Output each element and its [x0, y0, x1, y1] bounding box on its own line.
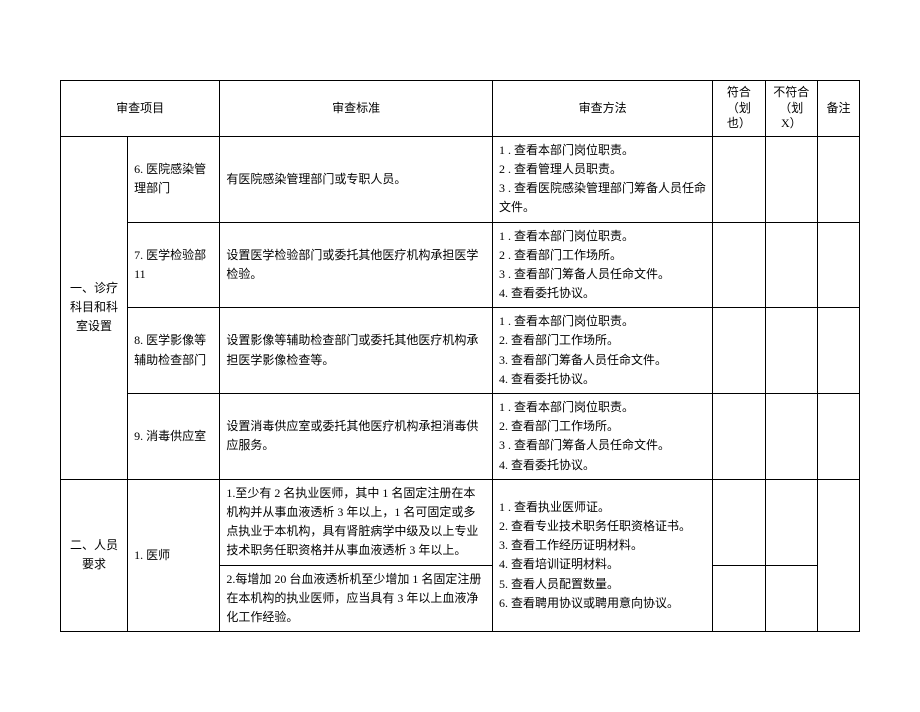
conform-cell — [713, 222, 765, 308]
conform-cell — [713, 394, 765, 480]
hdr-item: 审查项目 — [61, 81, 220, 137]
hdr-note: 备注 — [818, 81, 860, 137]
standard-cell: 2.每增加 20 台血液透析机至少增加 1 名固定注册在本机构的执业医师，应当具… — [220, 565, 493, 632]
category-cell: 二、人员要求 — [61, 479, 128, 631]
hdr-standard: 审查标准 — [220, 81, 493, 137]
nonconform-cell — [765, 136, 817, 222]
conform-cell — [713, 136, 765, 222]
method-cell: 1 . 查看本部门岗位职责。 2 . 查看管理人员职责。 3 . 查看医院感染管… — [492, 136, 712, 222]
method-cell: 1 . 查看本部门岗位职责。 2. 查看部门工作场所。 3. 查看部门筹备人员任… — [492, 308, 712, 394]
standard-cell: 1.至少有 2 名执业医师，其中 1 名固定注册在本机构并从事血液透析 3 年以… — [220, 479, 493, 565]
conform-cell — [713, 308, 765, 394]
review-table: 审查项目 审查标准 审查方法 符合 （划也） 不符合 （划 X） 备注 一、诊疗… — [60, 80, 860, 632]
subitem-cell: 1. 医师 — [128, 479, 220, 631]
nonconform-cell — [765, 394, 817, 480]
table-row: 一、诊疗科目和科室设置 6. 医院感染管理部门 有医院感染管理部门或专职人员。 … — [61, 136, 860, 222]
subitem-cell: 7. 医学检验部11 — [128, 222, 220, 308]
nonconform-cell — [765, 308, 817, 394]
table-row: 二、人员要求 1. 医师 1.至少有 2 名执业医师，其中 1 名固定注册在本机… — [61, 479, 860, 565]
standard-cell: 设置消毒供应室或委托其他医疗机构承担消毒供应服务。 — [220, 394, 493, 480]
conform-cell — [713, 565, 765, 632]
standard-cell: 设置医学检验部门或委托其他医疗机构承担医学检验。 — [220, 222, 493, 308]
nonconform-cell — [765, 479, 817, 565]
table-row: 7. 医学检验部11 设置医学检验部门或委托其他医疗机构承担医学检验。 1 . … — [61, 222, 860, 308]
note-cell — [818, 136, 860, 222]
standard-cell: 设置影像等辅助检查部门或委托其他医疗机构承担医学影像检查等。 — [220, 308, 493, 394]
table-row: 9. 消毒供应室 设置消毒供应室或委托其他医疗机构承担消毒供应服务。 1 . 查… — [61, 394, 860, 480]
note-cell — [818, 394, 860, 480]
header-row: 审查项目 审查标准 审查方法 符合 （划也） 不符合 （划 X） 备注 — [61, 81, 860, 137]
hdr-nonconform-sub: （划 X） — [779, 101, 803, 131]
method-cell: 1 . 查看本部门岗位职责。 2 . 查看部门工作场所。 3 . 查看部门筹备人… — [492, 222, 712, 308]
hdr-method: 审查方法 — [492, 81, 712, 137]
method-cell: 1 . 查看执业医师证。 2. 查看专业技术职务任职资格证书。 3. 查看工作经… — [492, 479, 712, 631]
conform-cell — [713, 479, 765, 565]
nonconform-cell — [765, 222, 817, 308]
hdr-conform-sub: （划也） — [727, 101, 751, 131]
nonconform-cell — [765, 565, 817, 632]
subitem-cell: 8. 医学影像等辅助检查部门 — [128, 308, 220, 394]
hdr-nonconform-label: 不符合 — [773, 85, 809, 99]
standard-cell: 有医院感染管理部门或专职人员。 — [220, 136, 493, 222]
subitem-cell: 6. 医院感染管理部门 — [128, 136, 220, 222]
hdr-nonconform: 不符合 （划 X） — [765, 81, 817, 137]
hdr-conform-label: 符合 — [727, 85, 751, 99]
subitem-cell: 9. 消毒供应室 — [128, 394, 220, 480]
method-cell: 1 . 查看本部门岗位职责。 2. 查看部门工作场所。 3 . 查看部门筹备人员… — [492, 394, 712, 480]
category-cell: 一、诊疗科目和科室设置 — [61, 136, 128, 479]
hdr-conform: 符合 （划也） — [713, 81, 765, 137]
note-cell — [818, 479, 860, 631]
note-cell — [818, 308, 860, 394]
note-cell — [818, 222, 860, 308]
table-row: 8. 医学影像等辅助检查部门 设置影像等辅助检查部门或委托其他医疗机构承担医学影… — [61, 308, 860, 394]
